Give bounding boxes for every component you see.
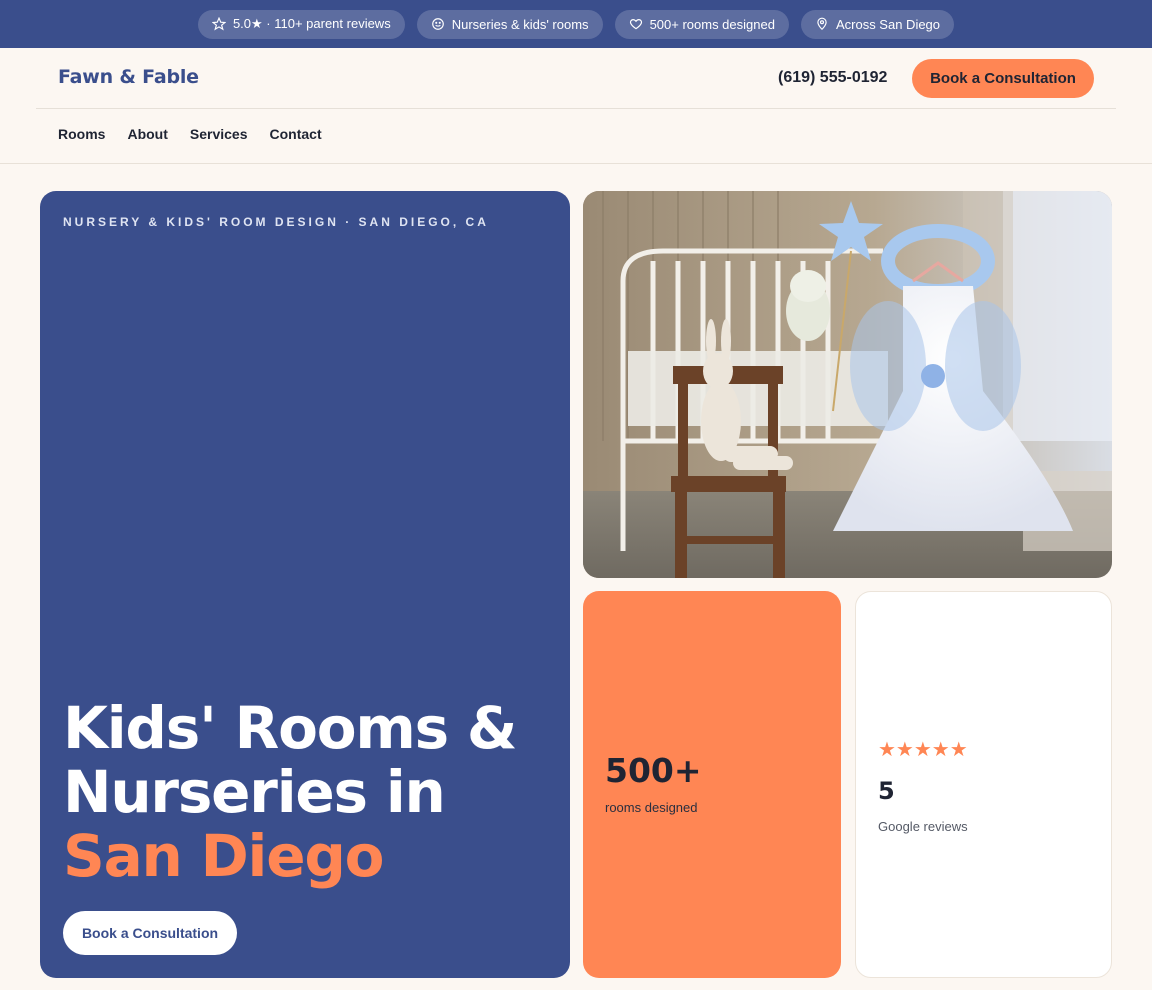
hero-book-consultation-button[interactable]: Book a Consultation — [63, 911, 237, 955]
star-outline-icon — [211, 17, 226, 31]
rooms-type-badge: Nurseries & kids' rooms — [416, 9, 603, 39]
rating-value: 5 — [878, 777, 895, 805]
location-badge-label: Across San Diego — [835, 16, 941, 32]
nursery-photo — [583, 191, 1112, 578]
smile-icon — [431, 18, 444, 30]
hero-title-accent: San Diego — [63, 822, 385, 890]
star-rating-icon: ★★★★★ — [878, 739, 968, 761]
reviews-badge: 5.0★ · 110+ parent reviews — [197, 9, 405, 39]
nursery-photo-illustration — [583, 191, 1112, 578]
heart-icon — [629, 19, 642, 30]
header-divider — [36, 108, 1116, 109]
rooms-count-badge: 500+ rooms designed — [614, 9, 789, 39]
hero-eyebrow: NURSERY & KIDS' ROOM DESIGN · SAN DIEGO,… — [63, 215, 489, 229]
nav-item-rooms[interactable]: Rooms — [58, 126, 105, 142]
rooms-type-badge-label: Nurseries & kids' rooms — [451, 16, 589, 32]
rooms-stat-label: rooms designed — [605, 800, 698, 815]
logo[interactable]: Fawn & Fable — [58, 66, 199, 88]
rating-label: Google reviews — [878, 819, 968, 834]
rooms-stat-card: 500+ rooms designed — [583, 591, 841, 978]
rooms-stat-value: 500+ — [605, 751, 702, 790]
hero-title: Kids' Rooms & Nurseries in San Diego — [63, 696, 563, 888]
location-badge: Across San Diego — [800, 9, 955, 39]
reviews-badge-label: 5.0★ · 110+ parent reviews — [232, 16, 391, 31]
nav-item-contact[interactable]: Contact — [270, 126, 322, 142]
hero-card: NURSERY & KIDS' ROOM DESIGN · SAN DIEGO,… — [40, 191, 570, 978]
main-nav: Rooms About Services Contact — [58, 126, 322, 142]
rating-stat-card: ★★★★★ 5 Google reviews — [855, 591, 1112, 978]
site-header: Fawn & Fable (619) 555-0192 Book a Consu… — [0, 48, 1152, 164]
nav-item-services[interactable]: Services — [190, 126, 248, 142]
announcement-bar: 5.0★ · 110+ parent reviews Nurseries & k… — [0, 0, 1152, 48]
nav-item-about[interactable]: About — [127, 126, 167, 142]
rooms-count-badge-label: 500+ rooms designed — [649, 16, 775, 32]
book-consultation-button[interactable]: Book a Consultation — [912, 59, 1094, 98]
phone-link[interactable]: (619) 555-0192 — [778, 69, 887, 87]
map-pin-icon — [817, 17, 827, 31]
hero-title-main: Kids' Rooms & Nurseries in — [63, 694, 518, 826]
